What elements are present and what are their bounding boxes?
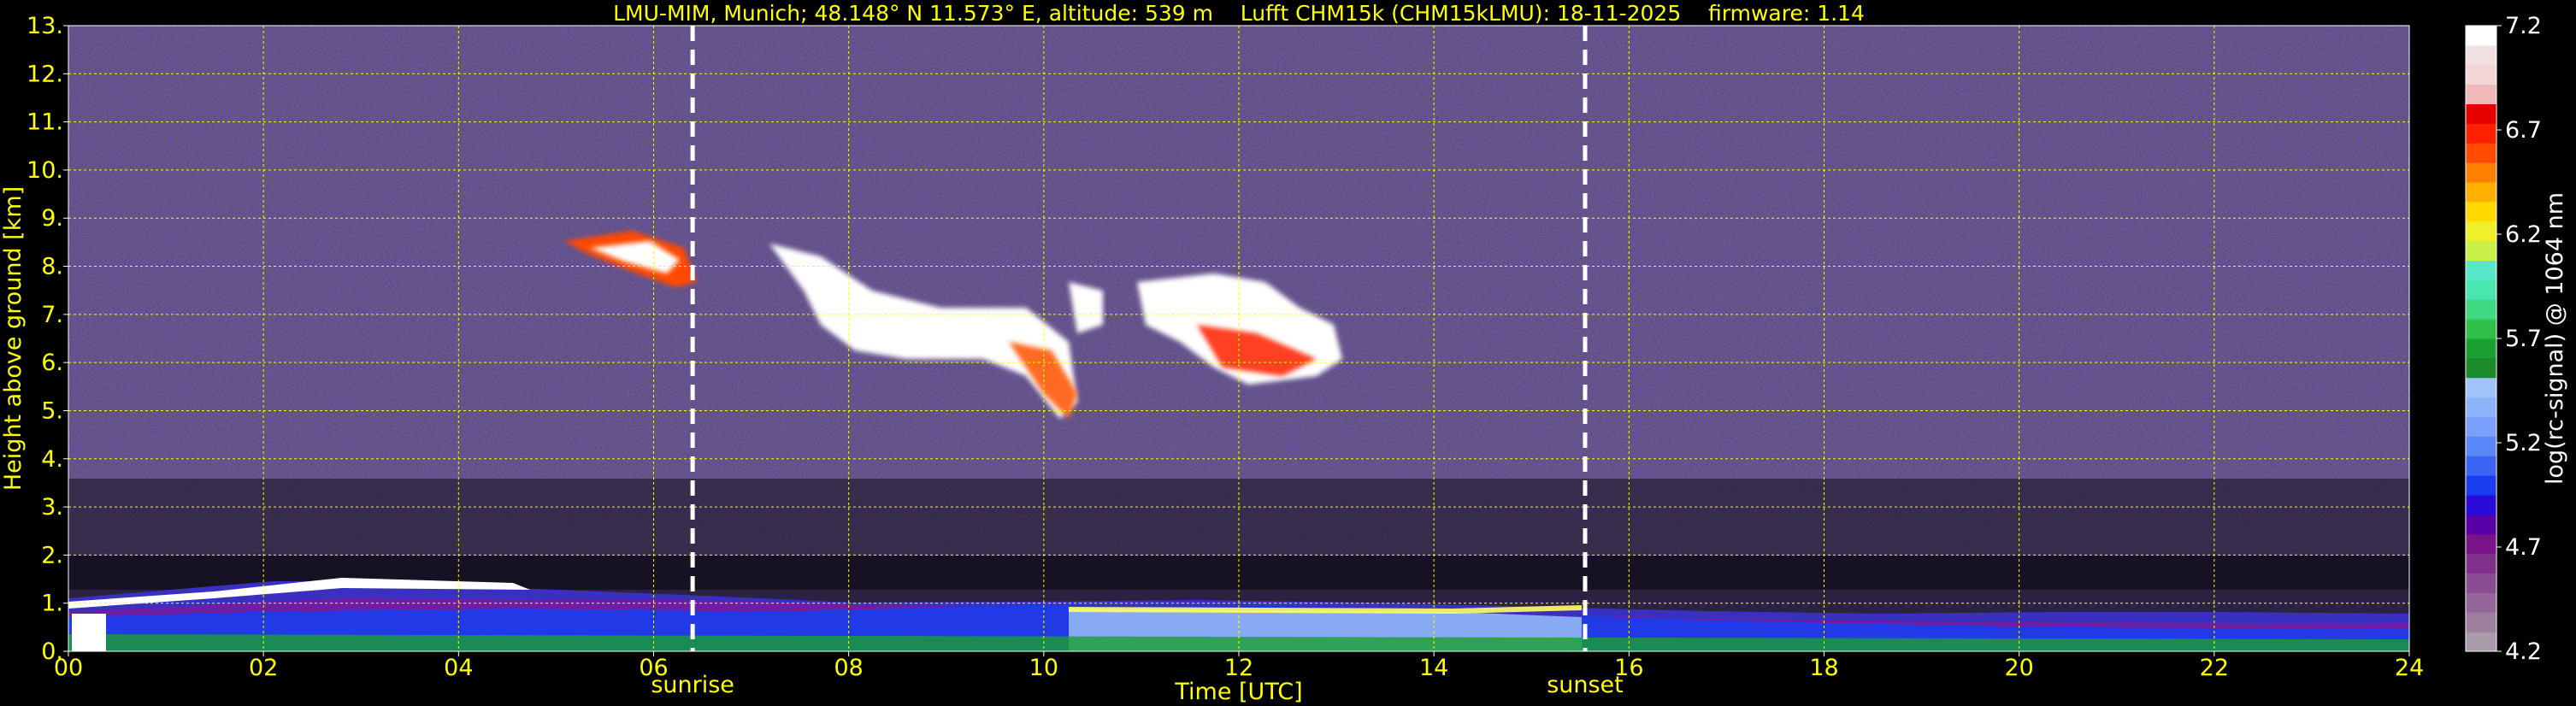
x-tick-label: 02: [249, 655, 278, 681]
colorbar-segment: [2466, 221, 2496, 242]
y-tick-label: 7.: [41, 302, 63, 328]
y-tick-label: 0.: [41, 638, 63, 665]
colorbar-tick-label: 6.7: [2505, 117, 2542, 144]
x-axis-label: Time [UTC]: [1174, 679, 1302, 705]
colorbar-segment: [2466, 103, 2496, 124]
y-tick-label: 9.: [41, 205, 63, 232]
x-tick-label: 14: [1419, 655, 1448, 681]
x-tick-label: 06: [639, 655, 668, 681]
y-tick-label: 4.: [41, 446, 63, 473]
colorbar-segment: [2466, 436, 2496, 456]
colorbar-segment: [2466, 514, 2496, 535]
x-tick-label: 04: [444, 655, 473, 681]
y-tick-label: 10.: [27, 157, 63, 184]
colorbar-segment: [2466, 357, 2496, 379]
y-tick-label: 13.: [27, 13, 63, 39]
y-tick-label: 11.: [27, 109, 63, 136]
colorbar-segment: [2466, 475, 2496, 496]
ceilometer-chart: sunrise sunset 00 02 04 06 08 10 12 14 16 18 20 22 24…: [0, 1, 2568, 705]
colorbar-segment: [2466, 26, 2496, 46]
colorbar-segment: [2466, 573, 2496, 593]
colorbar-segment: [2466, 162, 2496, 183]
y-tick-label: 1.: [41, 591, 63, 617]
colorbar-segment: [2466, 533, 2496, 555]
colorbar: 4.2 4.7 5.2 5.7 6.2 6.7 7.2: [2465, 13, 2542, 665]
colorbar-tick-label: 7.2: [2505, 13, 2542, 39]
colorbar-tick-label: 5.7: [2505, 326, 2542, 352]
y-tick-labels: 0. 1. 2. 3. 4. 5. 6. 7. 8. 9. 10. 11. 12. 13.: [27, 13, 63, 665]
colorbar-segment: [2466, 592, 2496, 613]
x-tick-label: 10: [1029, 655, 1058, 681]
x-tick-label: 22: [2200, 655, 2229, 681]
colorbar-segment: [2466, 397, 2496, 417]
colorbar-tick-label: 6.2: [2505, 221, 2542, 248]
colorbar-segment: [2466, 495, 2496, 515]
colorbar-tick-label: 5.2: [2505, 430, 2542, 456]
y-tick-label: 6.: [41, 350, 63, 376]
colorbar-tick-label: 4.2: [2505, 638, 2542, 665]
colorbar-segment: [2466, 612, 2496, 632]
colorbar-segment: [2466, 632, 2496, 652]
x-tick-labels: 00 02 04 06 08 10 12 14 16 18 20 22 24: [54, 655, 2424, 681]
colorbar-segment: [2466, 44, 2496, 66]
colorbar-segment: [2466, 201, 2496, 222]
colorbar-segment: [2466, 416, 2496, 437]
y-axis-label: Height above ground [km]: [0, 186, 27, 491]
colorbar-segment: [2466, 553, 2496, 574]
sunset-label: sunset: [1547, 672, 1624, 698]
chart-title: LMU-MIM, Munich; 48.148° N 11.573° E, al…: [613, 1, 1865, 26]
colorbar-segment: [2466, 182, 2496, 203]
colorbar-segment: [2466, 84, 2496, 104]
y-tick-label: 5.: [41, 397, 63, 424]
colorbar-segment: [2466, 64, 2496, 85]
x-tick-label: 20: [2004, 655, 2033, 681]
colorbar-segment: [2466, 260, 2496, 280]
y-tick-label: 3.: [41, 494, 63, 521]
colorbar-segment: [2466, 377, 2496, 398]
colorbar-segment: [2466, 456, 2496, 476]
y-tick-label: 12.: [27, 61, 63, 87]
y-tick-label: 2.: [41, 542, 63, 568]
x-tick-label: 24: [2395, 655, 2424, 681]
colorbar-segment: [2466, 338, 2496, 359]
colorbar-label: log(rc-signal) @ 1064 nm: [2542, 192, 2568, 485]
x-tick-label: 08: [834, 655, 863, 681]
colorbar-segment: [2466, 319, 2496, 339]
colorbar-segment: [2466, 123, 2496, 144]
x-tick-label: 18: [1809, 655, 1838, 681]
colorbar-tick-label: 4.7: [2505, 534, 2542, 561]
colorbar-segment: [2466, 143, 2496, 163]
colorbar-segment: [2466, 240, 2496, 261]
x-tick-label: 16: [1614, 655, 1643, 681]
x-tick-label: 12: [1224, 655, 1253, 681]
colorbar-segment: [2466, 299, 2496, 320]
y-tick-label: 8.: [41, 254, 63, 280]
colorbar-segment: [2466, 279, 2496, 300]
